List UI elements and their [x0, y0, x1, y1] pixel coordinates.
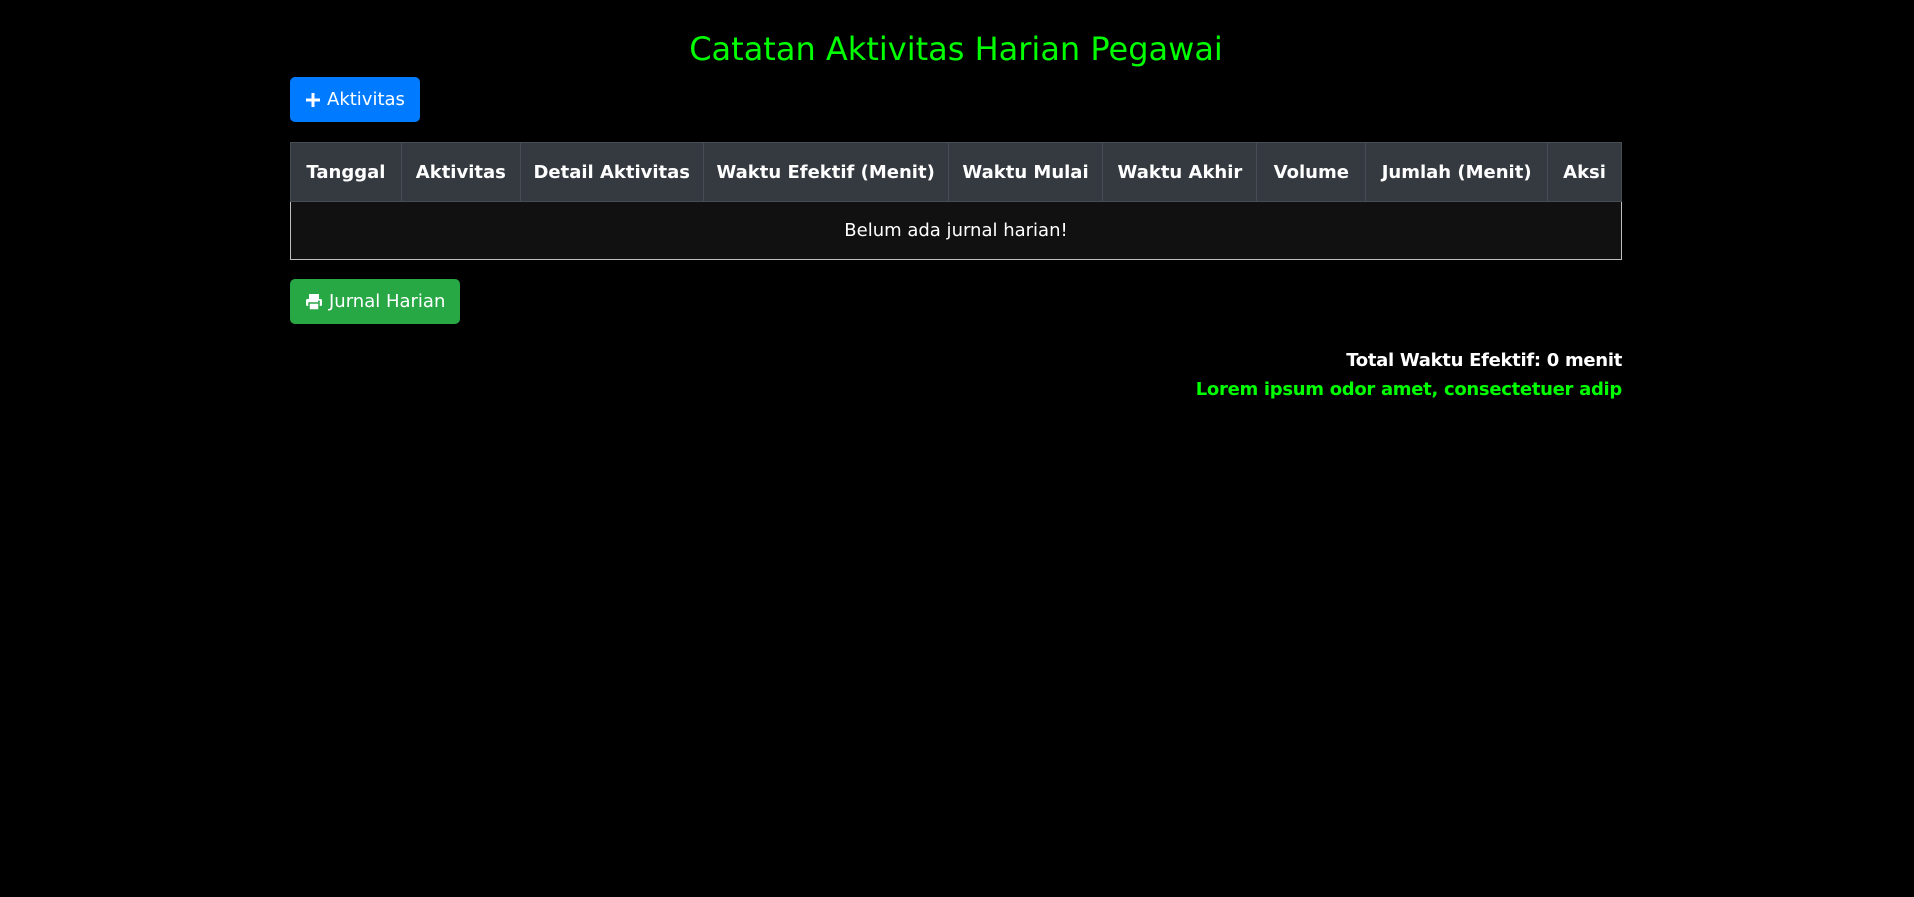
print-journal-label: Jurnal Harian [329, 291, 446, 312]
column-header: Aksi [1547, 142, 1622, 202]
print-journal-button[interactable]: Jurnal Harian [290, 279, 461, 324]
add-activity-label: Aktivitas [327, 89, 405, 110]
column-header: Waktu Akhir [1102, 142, 1258, 202]
column-header: Tanggal [290, 142, 402, 202]
printer-icon [305, 293, 323, 311]
summary-section: Total Waktu Efektif: 0 menit Lorem ipsum… [290, 346, 1622, 404]
table-row: Belum ada jurnal harian! [290, 201, 1622, 260]
column-header: Jumlah (Menit) [1365, 142, 1549, 202]
main-container: Catatan Aktivitas Harian Pegawai Aktivit… [290, 0, 1622, 404]
plus-icon [305, 92, 321, 108]
marquee-content: Lorem ipsum odor amet, consectetuer adip [1195, 379, 1622, 400]
page-title: Catatan Aktivitas Harian Pegawai [689, 30, 1223, 68]
journal-table: Tanggal Aktivitas Detail Aktivitas Waktu… [290, 142, 1622, 260]
column-header: Volume [1256, 142, 1367, 202]
column-header: Aktivitas [400, 142, 521, 202]
add-activity-button[interactable]: Aktivitas [290, 77, 420, 122]
column-header: Detail Aktivitas [519, 142, 704, 202]
column-header: Waktu Efektif (Menit) [702, 142, 949, 202]
column-header: Waktu Mulai [947, 142, 1104, 202]
marquee-text: Lorem ipsum odor amet, consectetuer adip [290, 375, 1622, 404]
total-effective-time: Total Waktu Efektif: 0 menit [1346, 350, 1622, 371]
table-header-row: Tanggal Aktivitas Detail Aktivitas Waktu… [290, 142, 1622, 202]
empty-message: Belum ada jurnal harian! [290, 201, 1622, 260]
